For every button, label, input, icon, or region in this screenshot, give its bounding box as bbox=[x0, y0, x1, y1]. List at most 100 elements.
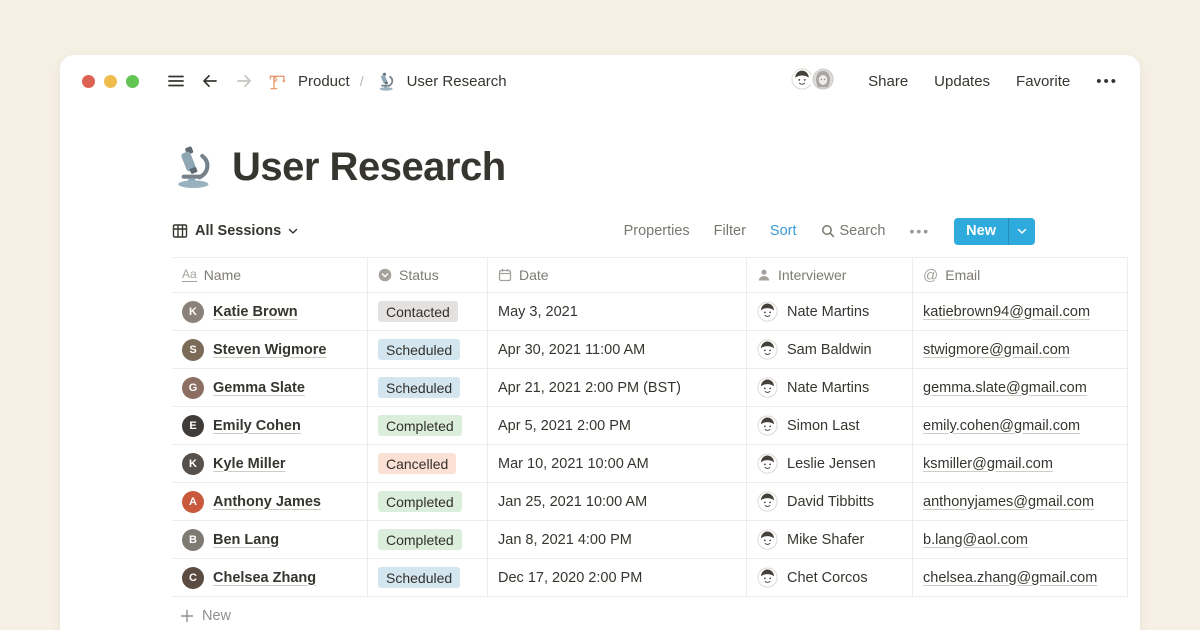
view-more-options-icon[interactable]: ••• bbox=[909, 223, 930, 239]
status-cell[interactable]: Scheduled bbox=[368, 331, 488, 369]
email-cell[interactable]: emily.cohen@gmail.com bbox=[913, 407, 1128, 445]
properties-button[interactable]: Properties bbox=[624, 223, 690, 239]
name-cell[interactable]: S Steven Wigmore bbox=[172, 331, 368, 369]
add-new-row-label: New bbox=[202, 608, 231, 624]
email-link[interactable]: gemma.slate@gmail.com bbox=[923, 380, 1087, 396]
sidebar-menu-icon[interactable] bbox=[166, 71, 186, 91]
minimize-window-button[interactable] bbox=[104, 75, 117, 88]
email-cell[interactable]: ksmiller@gmail.com bbox=[913, 445, 1128, 483]
name-cell[interactable]: A Anthony James bbox=[172, 483, 368, 521]
status-cell[interactable]: Completed bbox=[368, 407, 488, 445]
plus-icon bbox=[180, 609, 194, 623]
column-header-date[interactable]: Date bbox=[488, 258, 747, 293]
status-cell[interactable]: Scheduled bbox=[368, 369, 488, 407]
email-cell[interactable]: anthonyjames@gmail.com bbox=[913, 483, 1128, 521]
table-row: E Emily Cohen Completed Apr 5, 2021 2:00… bbox=[172, 407, 1128, 445]
view-switcher[interactable]: All Sessions bbox=[172, 223, 298, 239]
email-cell[interactable]: katiebrown94@gmail.com bbox=[913, 293, 1128, 331]
date-cell[interactable]: Apr 21, 2021 2:00 PM (BST) bbox=[488, 369, 747, 407]
person-name-link[interactable]: Katie Brown bbox=[213, 304, 298, 320]
add-new-row-button[interactable]: New bbox=[172, 597, 1128, 630]
email-cell[interactable]: chelsea.zhang@gmail.com bbox=[913, 559, 1128, 597]
status-badge: Completed bbox=[378, 415, 462, 436]
interviewer-cell[interactable]: David Tibbitts bbox=[747, 483, 913, 521]
interviewer-avatar bbox=[757, 529, 778, 550]
new-button-dropdown[interactable] bbox=[1008, 218, 1035, 245]
person-name-link[interactable]: Emily Cohen bbox=[213, 418, 301, 434]
microscope-icon[interactable] bbox=[172, 145, 216, 189]
breadcrumb-parent[interactable]: Product bbox=[298, 73, 350, 90]
microscope-icon bbox=[377, 72, 396, 91]
interviewer-cell[interactable]: Nate Martins bbox=[747, 293, 913, 331]
search-button[interactable]: Search bbox=[821, 223, 886, 239]
email-link[interactable]: emily.cohen@gmail.com bbox=[923, 418, 1080, 434]
name-cell[interactable]: K Kyle Miller bbox=[172, 445, 368, 483]
table-row: S Steven Wigmore Scheduled Apr 30, 2021 … bbox=[172, 331, 1128, 369]
person-avatar: C bbox=[182, 567, 204, 589]
name-cell[interactable]: B Ben Lang bbox=[172, 521, 368, 559]
email-link[interactable]: b.lang@aol.com bbox=[923, 532, 1028, 548]
title-aa-icon: Aa bbox=[182, 268, 197, 282]
status-badge: Completed bbox=[378, 529, 462, 550]
name-cell[interactable]: C Chelsea Zhang bbox=[172, 559, 368, 597]
close-window-button[interactable] bbox=[82, 75, 95, 88]
status-badge: Scheduled bbox=[378, 567, 460, 588]
person-name-link[interactable]: Ben Lang bbox=[213, 532, 279, 548]
date-cell[interactable]: May 3, 2021 bbox=[488, 293, 747, 331]
date-cell[interactable]: Apr 5, 2021 2:00 PM bbox=[488, 407, 747, 445]
status-cell[interactable]: Contacted bbox=[368, 293, 488, 331]
interviewer-cell[interactable]: Sam Baldwin bbox=[747, 331, 913, 369]
column-header-interviewer[interactable]: Interviewer bbox=[747, 258, 913, 293]
status-cell[interactable]: Scheduled bbox=[368, 559, 488, 597]
email-link[interactable]: katiebrown94@gmail.com bbox=[923, 304, 1090, 320]
back-arrow-icon[interactable] bbox=[200, 71, 220, 91]
person-name-link[interactable]: Anthony James bbox=[213, 494, 321, 510]
status-badge: Completed bbox=[378, 491, 462, 512]
status-cell[interactable]: Completed bbox=[368, 521, 488, 559]
name-cell[interactable]: K Katie Brown bbox=[172, 293, 368, 331]
updates-button[interactable]: Updates bbox=[934, 73, 990, 90]
new-button-label[interactable]: New bbox=[954, 218, 1008, 245]
breadcrumb-current[interactable]: User Research bbox=[407, 73, 507, 90]
person-name-link[interactable]: Gemma Slate bbox=[213, 380, 305, 396]
date-cell[interactable]: Dec 17, 2020 2:00 PM bbox=[488, 559, 747, 597]
page-title: User Research bbox=[232, 145, 506, 190]
email-link[interactable]: ksmiller@gmail.com bbox=[923, 456, 1053, 472]
person-name-link[interactable]: Chelsea Zhang bbox=[213, 570, 316, 586]
page-header: User Research bbox=[172, 141, 1140, 193]
forward-arrow-icon[interactable] bbox=[234, 71, 254, 91]
email-cell[interactable]: b.lang@aol.com bbox=[913, 521, 1128, 559]
sort-button[interactable]: Sort bbox=[770, 223, 797, 239]
email-link[interactable]: stwigmore@gmail.com bbox=[923, 342, 1070, 358]
email-link[interactable]: anthonyjames@gmail.com bbox=[923, 494, 1094, 510]
person-name-link[interactable]: Steven Wigmore bbox=[213, 342, 326, 358]
interviewer-cell[interactable]: Simon Last bbox=[747, 407, 913, 445]
interviewer-cell[interactable]: Mike Shafer bbox=[747, 521, 913, 559]
more-options-icon[interactable]: ••• bbox=[1096, 73, 1118, 90]
email-link[interactable]: chelsea.zhang@gmail.com bbox=[923, 570, 1097, 586]
name-cell[interactable]: G Gemma Slate bbox=[172, 369, 368, 407]
person-avatar: G bbox=[182, 377, 204, 399]
filter-button[interactable]: Filter bbox=[714, 223, 746, 239]
email-cell[interactable]: stwigmore@gmail.com bbox=[913, 331, 1128, 369]
column-header-status[interactable]: Status bbox=[368, 258, 488, 293]
favorite-button[interactable]: Favorite bbox=[1016, 73, 1070, 90]
date-cell[interactable]: Mar 10, 2021 10:00 AM bbox=[488, 445, 747, 483]
date-cell[interactable]: Apr 30, 2021 11:00 AM bbox=[488, 331, 747, 369]
column-header-email[interactable]: @ Email bbox=[913, 258, 1128, 293]
share-button[interactable]: Share bbox=[868, 73, 908, 90]
column-header-name[interactable]: Aa Name bbox=[172, 258, 368, 293]
interviewer-cell[interactable]: Chet Corcos bbox=[747, 559, 913, 597]
status-cell[interactable]: Completed bbox=[368, 483, 488, 521]
date-cell[interactable]: Jan 25, 2021 10:00 AM bbox=[488, 483, 747, 521]
zoom-window-button[interactable] bbox=[126, 75, 139, 88]
email-cell[interactable]: gemma.slate@gmail.com bbox=[913, 369, 1128, 407]
status-cell[interactable]: Cancelled bbox=[368, 445, 488, 483]
new-button[interactable]: New bbox=[954, 218, 1035, 245]
name-cell[interactable]: E Emily Cohen bbox=[172, 407, 368, 445]
interviewer-cell[interactable]: Leslie Jensen bbox=[747, 445, 913, 483]
collaborator-avatars[interactable] bbox=[789, 66, 840, 96]
person-name-link[interactable]: Kyle Miller bbox=[213, 456, 286, 472]
interviewer-cell[interactable]: Nate Martins bbox=[747, 369, 913, 407]
date-cell[interactable]: Jan 8, 2021 4:00 PM bbox=[488, 521, 747, 559]
